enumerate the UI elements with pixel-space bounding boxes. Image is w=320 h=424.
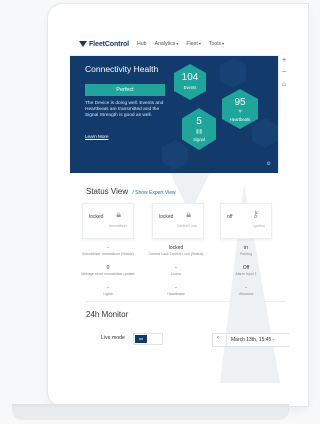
hex-events[interactable]: 104 Events — [174, 64, 206, 100]
signal-label: Signal — [193, 137, 205, 142]
nav-item-fleet[interactable]: Fleet▾ — [186, 41, 201, 47]
date-range-text: March 13th, 15:45 - — [231, 337, 275, 343]
status-view-title: Status View — [86, 187, 129, 196]
expert-view-link[interactable]: / Show Expert View — [132, 190, 175, 196]
hex-signal[interactable]: 5 ▮▮ Signal — [182, 108, 216, 150]
device-base — [12, 404, 289, 420]
nav-item-analytics[interactable]: Analytics▾ — [155, 41, 179, 47]
metric-lights: - Lights — [103, 285, 113, 296]
card-sub: Immobilizer — [108, 224, 127, 228]
key-icon: ⚷ — [252, 209, 259, 219]
logo-mark-icon — [79, 41, 87, 47]
card-sub: Central Lock — [176, 224, 197, 228]
metric-parking: in Parking — [239, 245, 253, 256]
status-card-central-lock[interactable]: locked 🔒︎ Central Lock — [152, 203, 204, 239]
heart-icon: ♥ — [238, 109, 242, 115]
status-description: The Device is doing well. Events and Hea… — [85, 101, 164, 118]
live-mode-toggle[interactable]: on — [133, 333, 163, 345]
metric-alarm-input: Off Alarm Input 1 — [235, 265, 257, 276]
card-state: locked — [159, 214, 174, 220]
toggle-on-state: on — [135, 335, 147, 343]
card-sub: Ignition — [253, 224, 265, 228]
picker-separator — [226, 334, 227, 346]
status-card-immobilizer[interactable]: locked 🔒︎ Immobilizer — [82, 203, 134, 239]
metric-central-lock: locked Central Lock Central Lock (Status… — [148, 245, 204, 256]
lock-icon: 🔒︎ — [116, 209, 121, 219]
signal-bars-icon: ▮▮ — [195, 129, 203, 135]
metric-doors: - Doors — [171, 265, 181, 276]
events-label: Events — [183, 85, 197, 90]
card-state: locked — [89, 214, 104, 220]
settings-icon[interactable]: ⚙ — [267, 161, 271, 167]
brand-logo[interactable]: FleetControl — [79, 41, 129, 48]
date-range-picker[interactable]: ‹ March 13th, 15:45 - — [212, 333, 289, 347]
heartbeats-label: Heartbeats — [229, 117, 251, 122]
chevron-down-icon: ▾ — [176, 41, 179, 46]
live-mode-label: Live mode — [101, 335, 125, 341]
nav-item-hub[interactable]: Hub — [137, 41, 147, 47]
hex-heartbeats[interactable]: 95 ♥ Heartbeats — [222, 89, 258, 129]
lock-icon: 🔒︎ — [186, 209, 191, 219]
home-icon[interactable]: ⌂ — [279, 79, 289, 91]
metric-windows: - Windows — [238, 285, 254, 296]
metric-mileage: 0 Mileage since immobilizer update — [81, 265, 135, 276]
chevron-down-icon: ▾ — [198, 41, 201, 46]
monitor-title: 24h Monitor — [86, 310, 129, 319]
connectivity-health-panel: Connectivity Health Perfect The Device i… — [70, 56, 279, 173]
metric-handbrake: - Handbrake — [167, 285, 185, 296]
panel-title: Connectivity Health — [85, 64, 159, 74]
card-state: off — [227, 214, 233, 220]
status-button[interactable]: Perfect — [85, 84, 165, 96]
app-screen: FleetControl Hub Analytics▾ Fleet▾ Tools… — [70, 33, 289, 397]
hex-decoration — [162, 140, 188, 170]
learn-more-link[interactable]: Learn More — [85, 134, 109, 139]
map-controls: + − ⌂ — [278, 55, 289, 173]
section-divider — [86, 301, 286, 302]
zoom-in-button[interactable]: + — [279, 55, 289, 67]
chevron-left-icon[interactable]: ‹ — [217, 335, 219, 341]
metric-immobilizer: - Immobilizer Immobilizer (Status) — [82, 245, 134, 256]
hex-decoration — [220, 58, 246, 88]
chevron-down-icon: ▾ — [222, 41, 225, 46]
status-card-ignition[interactable]: off ⚷ Ignition — [220, 203, 272, 239]
logo-text: FleetControl — [89, 40, 130, 48]
status-view-heading: Status View / Show Expert View — [86, 187, 176, 196]
heartbeats-count: 95 — [234, 97, 246, 108]
top-nav: FleetControl Hub Analytics▾ Fleet▾ Tools… — [70, 33, 289, 56]
zoom-out-button[interactable]: − — [279, 67, 289, 79]
events-count: 104 — [181, 72, 199, 83]
hex-decoration — [252, 118, 278, 148]
nav-item-tools[interactable]: Tools▾ — [209, 41, 224, 47]
signal-value: 5 — [196, 116, 202, 127]
